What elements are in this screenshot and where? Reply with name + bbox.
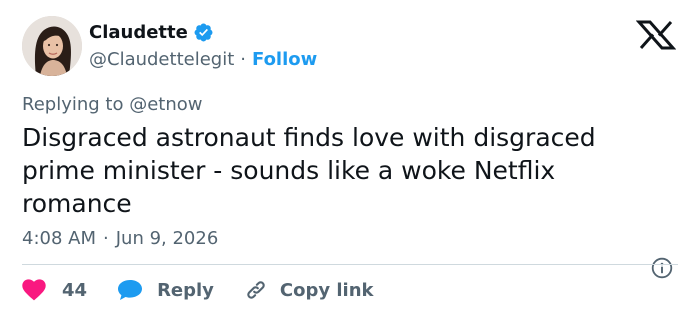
verified-badge-icon [193,22,214,43]
tweet-text: Disgraced astronaut finds love with disg… [22,123,596,218]
tweet-embed: Claudette @Claudettelegit · Follow Reply… [0,0,700,318]
like-button[interactable]: 44 [22,279,87,301]
avatar-image [22,16,82,76]
copy-link-label: Copy link [279,279,374,301]
heart-icon [22,279,46,301]
copy-link-button[interactable]: Copy link [244,278,374,302]
replying-to-line: Replying to @etnow [22,94,203,115]
reply-label: Reply [157,279,214,301]
replying-to-handle[interactable]: @etnow [129,94,202,115]
tweet-date: Jun 9, 2026 [115,228,219,249]
author-display-name[interactable]: Claudette [89,22,188,43]
author-handle[interactable]: @Claudettelegit [89,49,234,70]
date-separator: · [103,228,109,249]
replying-to-prefix: Replying to [22,94,124,115]
info-icon[interactable] [651,257,673,279]
author-name-row: Claudette [89,22,214,43]
tweet-time: 4:08 AM [22,228,96,249]
avatar[interactable] [22,16,82,76]
reply-button[interactable]: Reply [117,279,214,301]
handle-separator: · [240,49,246,70]
x-logo-icon[interactable] [636,20,676,50]
like-count: 44 [62,279,88,301]
author-handle-row: @Claudettelegit · Follow [89,49,317,70]
divider [22,264,678,265]
link-icon [244,278,268,302]
reply-bubble-icon [117,279,143,301]
tweet-timestamp[interactable]: 4:08 AM · Jun 9, 2026 [22,228,218,249]
tweet-actions: 44 Reply Copy link [22,275,374,305]
follow-button[interactable]: Follow [252,49,317,70]
